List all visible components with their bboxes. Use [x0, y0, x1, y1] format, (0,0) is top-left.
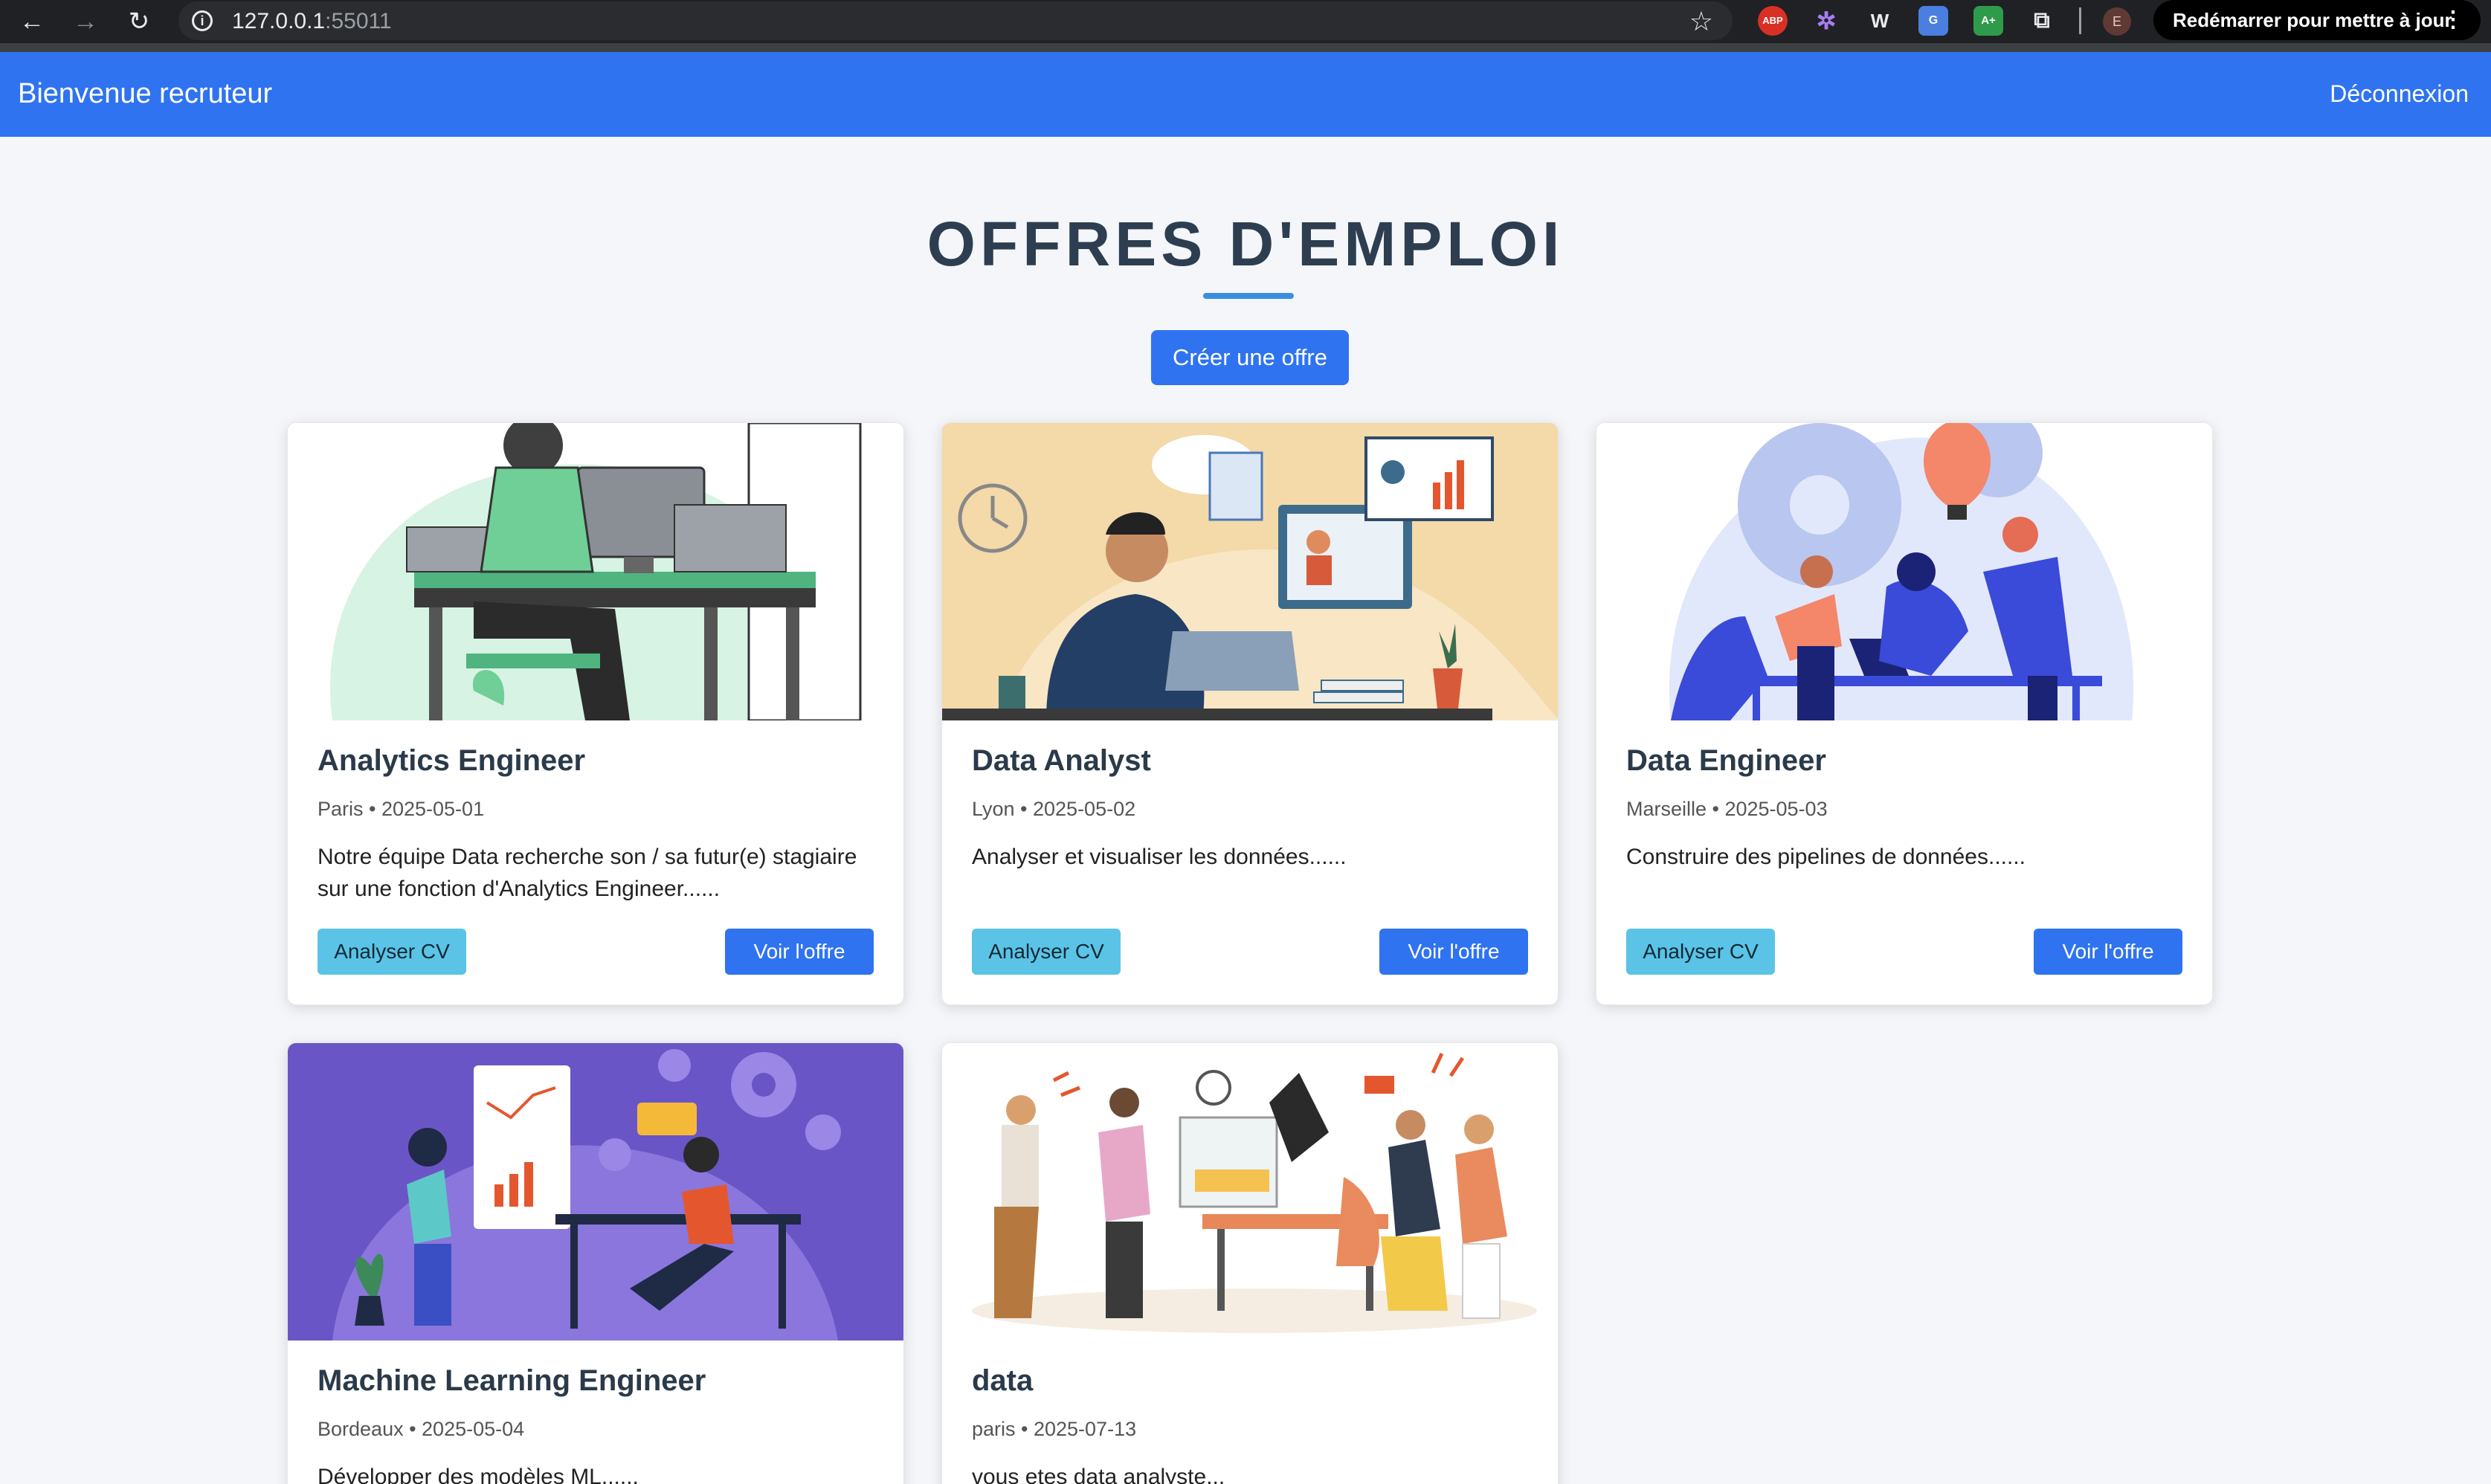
- forward-arrow-icon[interactable]: →: [67, 3, 104, 40]
- analyze-cv-button[interactable]: Analyser CV: [972, 929, 1121, 975]
- analyze-cv-button[interactable]: Analyser CV: [1626, 929, 1775, 975]
- view-offer-button[interactable]: Voir l'offre: [2034, 929, 2182, 975]
- app-header: Bienvenue recruteur Déconnexion: [0, 52, 2491, 137]
- job-card: Machine Learning Engineer Bordeaux • 202…: [287, 1042, 904, 1484]
- site-info-icon[interactable]: i: [192, 10, 213, 31]
- job-description: Notre équipe Data recherche son / sa fut…: [318, 845, 857, 901]
- extensions-puzzle-icon[interactable]: ⧉: [2027, 6, 2057, 36]
- bookmark-star-icon[interactable]: ☆: [1689, 6, 1713, 37]
- job-title: Machine Learning Engineer: [318, 1364, 706, 1397]
- job-illustration: [288, 1043, 903, 1341]
- reload-icon[interactable]: ↻: [120, 3, 158, 40]
- job-description: Analyser et visualiser les données......: [972, 845, 1347, 869]
- view-offer-button[interactable]: Voir l'offre: [725, 929, 874, 975]
- job-card: Analytics Engineer Paris • 2025-05-01 No…: [287, 422, 904, 1005]
- adblock-extension-icon[interactable]: ABP: [1758, 6, 1788, 36]
- job-title: Data Engineer: [1626, 744, 1826, 777]
- job-meta: paris • 2025-07-13: [972, 1418, 1137, 1440]
- toolbar-bottom-border: [0, 43, 2491, 52]
- job-description: Construire des pipelines de données.....…: [1626, 845, 2026, 869]
- job-description: vous etes data analyste...: [972, 1465, 1225, 1484]
- job-illustration: [942, 423, 1558, 720]
- browser-toolbar: ← → ↻ i 127.0.0.1:55011 ☆ ABP ✲ W G A+ ⧉…: [0, 0, 2491, 43]
- job-card: Data Engineer Marseille • 2025-05-03 Con…: [1596, 422, 2213, 1005]
- address-url: 127.0.0.1:55011: [232, 9, 392, 33]
- job-title: Analytics Engineer: [318, 744, 586, 777]
- w-extension-icon[interactable]: W: [1865, 6, 1895, 36]
- welcome-title: Bienvenue recruteur: [18, 78, 273, 109]
- analyze-cv-button[interactable]: Analyser CV: [318, 929, 466, 975]
- flower-extension-icon[interactable]: ✲: [1811, 6, 1841, 36]
- job-illustration: [1596, 423, 2212, 720]
- job-illustration: [942, 1043, 1558, 1341]
- job-title: Data Analyst: [972, 744, 1151, 777]
- job-title: data: [972, 1364, 1034, 1397]
- job-card: Data Analyst Lyon • 2025-05-02 Analyser …: [941, 422, 1559, 1005]
- page-title: OFFRES D'EMPLOI: [927, 209, 1564, 279]
- job-meta: Paris • 2025-05-01: [318, 798, 485, 820]
- job-illustration: [288, 423, 903, 720]
- profile-avatar[interactable]: E: [2103, 7, 2131, 36]
- toolbar-divider: [2079, 7, 2081, 34]
- job-description: Développer des modèles ML......: [318, 1465, 639, 1484]
- job-meta: Marseille • 2025-05-03: [1626, 798, 1828, 820]
- more-menu-icon[interactable]: ⋮: [2442, 0, 2464, 40]
- job-meta: Bordeaux • 2025-05-04: [318, 1418, 525, 1440]
- translate-extension-icon[interactable]: G: [1918, 6, 1948, 36]
- address-bar[interactable]: i 127.0.0.1:55011 ☆: [178, 1, 1733, 40]
- restart-update-button[interactable]: Redémarrer pour mettre à jour ⋮: [2153, 0, 2481, 40]
- logout-link[interactable]: Déconnexion: [2330, 80, 2469, 108]
- back-arrow-icon[interactable]: ←: [13, 3, 51, 40]
- title-underline: [1203, 293, 1294, 299]
- restart-update-label: Redémarrer pour mettre à jour: [2173, 9, 2452, 31]
- job-meta: Lyon • 2025-05-02: [972, 798, 1136, 820]
- grade-extension-icon[interactable]: A+: [1973, 6, 2003, 36]
- job-card: data paris • 2025-07-13 vous etes data a…: [941, 1042, 1559, 1484]
- create-offer-button[interactable]: Créer une offre: [1151, 330, 1349, 385]
- view-offer-button[interactable]: Voir l'offre: [1379, 929, 1528, 975]
